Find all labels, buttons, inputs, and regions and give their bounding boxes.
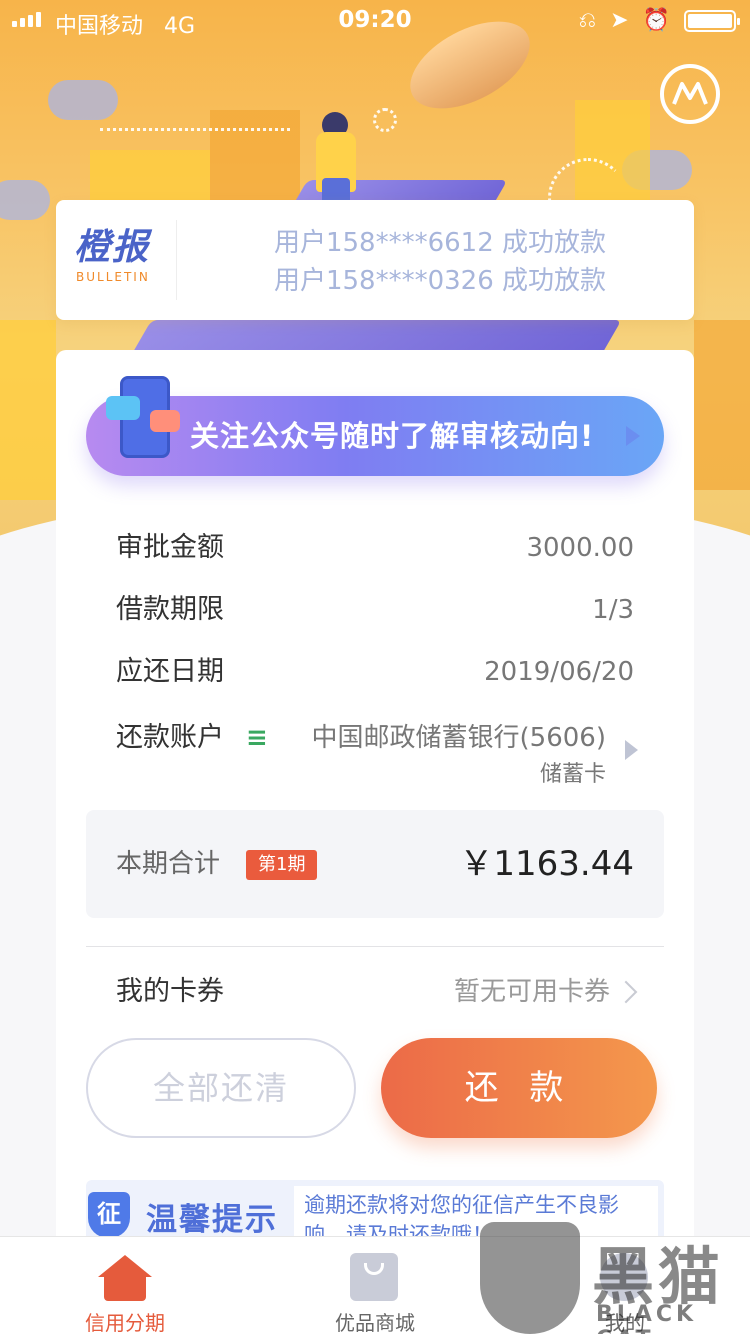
divider [176, 220, 177, 300]
chevron-right-icon [614, 980, 638, 1004]
brand-logo-icon[interactable] [660, 64, 720, 124]
coupon-value: 暂无可用卡券 [453, 977, 610, 1007]
due-date-row: 应还日期 2019/06/20 [116, 652, 634, 692]
status-bar: 中国移动 4G 09:20 ⎌ ➤ ⏰ [0, 0, 750, 40]
watermark-subtext: BLACK CAT [596, 1302, 698, 1334]
follow-account-banner[interactable]: 关注公众号随时了解审核动向! [86, 376, 664, 476]
circle-decoration [373, 108, 397, 132]
period-total-box: 本期合计 第1期 ￥1163.44 [86, 810, 664, 918]
battery-icon [684, 9, 740, 32]
card-type: 储蓄卡 [539, 762, 606, 787]
watermark-cat-icon [480, 1222, 580, 1334]
tab-label: 信用分期 [85, 1311, 165, 1334]
home-icon [98, 1255, 152, 1301]
repayment-account-label: 还款账户 [116, 722, 224, 753]
bulletin-message: 用户158****6612 成功放款 [273, 228, 607, 258]
approval-amount-value: 3000.00 [526, 533, 634, 563]
tab-label: 优品商城 [335, 1311, 415, 1334]
alarm-icon: ⏰ [642, 8, 670, 33]
dots-decoration [100, 128, 290, 131]
building-decoration [0, 320, 56, 500]
repayment-account-row[interactable]: 还款账户 ≡ 中国邮政储蓄银行(5606) 储蓄卡 [116, 718, 638, 788]
arrow-right-icon [626, 426, 640, 446]
rotation-lock-icon: ⎌ [578, 8, 597, 33]
bulletin-logo: 橙报 BULLETIN [74, 227, 174, 285]
cloud-decoration [0, 180, 50, 220]
bulletin-subtitle: BULLETIN [76, 270, 150, 284]
status-icons: ⎌ ➤ ⏰ [578, 8, 740, 33]
postal-bank-icon: ≡ [246, 723, 268, 753]
coupon-label: 我的卡券 [116, 976, 224, 1007]
chat-bubble-icon [150, 410, 180, 432]
pay-all-button[interactable]: 全部还清 [86, 1038, 356, 1138]
period-badge: 第1期 [246, 850, 318, 880]
arrow-right-icon [625, 740, 638, 760]
bulletin-messages: 用户158****6612 成功放款 用户158****0326 成功放款 [196, 224, 684, 300]
divider [86, 946, 664, 947]
repay-button[interactable]: 还 款 [381, 1038, 657, 1138]
loan-term-value: 1/3 [592, 595, 634, 625]
loan-term-row: 借款期限 1/3 [116, 590, 634, 630]
loan-term-label: 借款期限 [116, 594, 224, 625]
approval-amount-row: 审批金额 3000.00 [116, 528, 634, 568]
location-icon: ➤ [610, 8, 629, 33]
bulletin-title: 橙报 [74, 227, 151, 268]
bulletin-message: 用户158****0326 成功放款 [273, 266, 607, 296]
bank-name: 中国邮政储蓄银行(5606) [311, 723, 606, 753]
credit-shield-icon: 征 [88, 1192, 130, 1238]
tip-title: 温馨提示 [146, 1202, 278, 1238]
due-date-label: 应还日期 [116, 656, 224, 687]
repayment-card: 关注公众号随时了解审核动向! 审批金额 3000.00 借款期限 1/3 应还日… [56, 350, 694, 1260]
tab-credit-installment[interactable]: 信用分期 [0, 1237, 250, 1334]
coupon-row[interactable]: 我的卡券 暂无可用卡券 [116, 972, 638, 1012]
due-date-value: 2019/06/20 [484, 657, 634, 687]
chat-bubble-icon [106, 396, 140, 420]
building-decoration [210, 110, 300, 200]
bulletin-card: 橙报 BULLETIN 用户158****6612 成功放款 用户158****… [56, 200, 694, 320]
period-total-label: 本期合计 [116, 849, 221, 879]
bag-icon [350, 1253, 398, 1301]
cloud-decoration [48, 80, 118, 120]
period-total-amount: ￥1163.44 [459, 844, 634, 884]
follow-banner-text: 关注公众号随时了解审核动向! [190, 419, 595, 453]
tab-mall[interactable]: 优品商城 [250, 1237, 500, 1334]
approval-amount-label: 审批金额 [116, 532, 224, 563]
building-decoration [694, 320, 750, 490]
